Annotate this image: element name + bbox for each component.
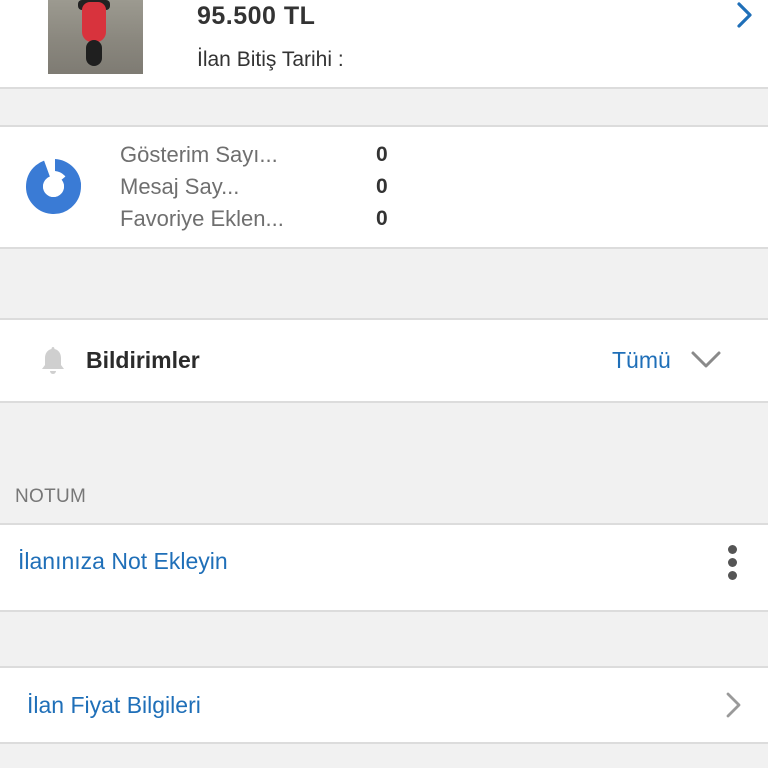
stat-label-views: Gösterim Sayı...	[120, 142, 278, 167]
bell-icon	[42, 347, 64, 374]
stat-value-favorites: 0	[376, 207, 388, 230]
pie-chart-icon	[26, 159, 81, 214]
chevron-down-icon[interactable]	[690, 349, 722, 371]
chevron-right-icon[interactable]	[733, 0, 757, 30]
add-note-link[interactable]: İlanınıza Not Ekleyin	[18, 548, 228, 575]
more-vertical-icon[interactable]	[725, 545, 739, 581]
listing-end-date-label: İlan Bitiş Tarihi :	[197, 48, 344, 71]
stat-value-views: 0	[376, 143, 388, 166]
notifications-filter-dropdown[interactable]: Tümü	[612, 347, 671, 374]
listing-thumbnail	[48, 0, 143, 74]
listing-price: 95.500 TL	[197, 2, 316, 30]
stat-label-favorites: Favoriye Eklen...	[120, 206, 284, 231]
stat-value-messages: 0	[376, 175, 388, 198]
listing-summary[interactable]: 95.500 TL İlan Bitiş Tarihi :	[0, 0, 768, 89]
stat-label-messages: Mesaj Say...	[120, 174, 240, 199]
notifications-title: Bildirimler	[86, 347, 200, 373]
chevron-right-icon[interactable]	[723, 690, 745, 720]
price-info-link[interactable]: İlan Fiyat Bilgileri	[27, 692, 201, 719]
note-section-header: NOTUM	[15, 486, 87, 507]
